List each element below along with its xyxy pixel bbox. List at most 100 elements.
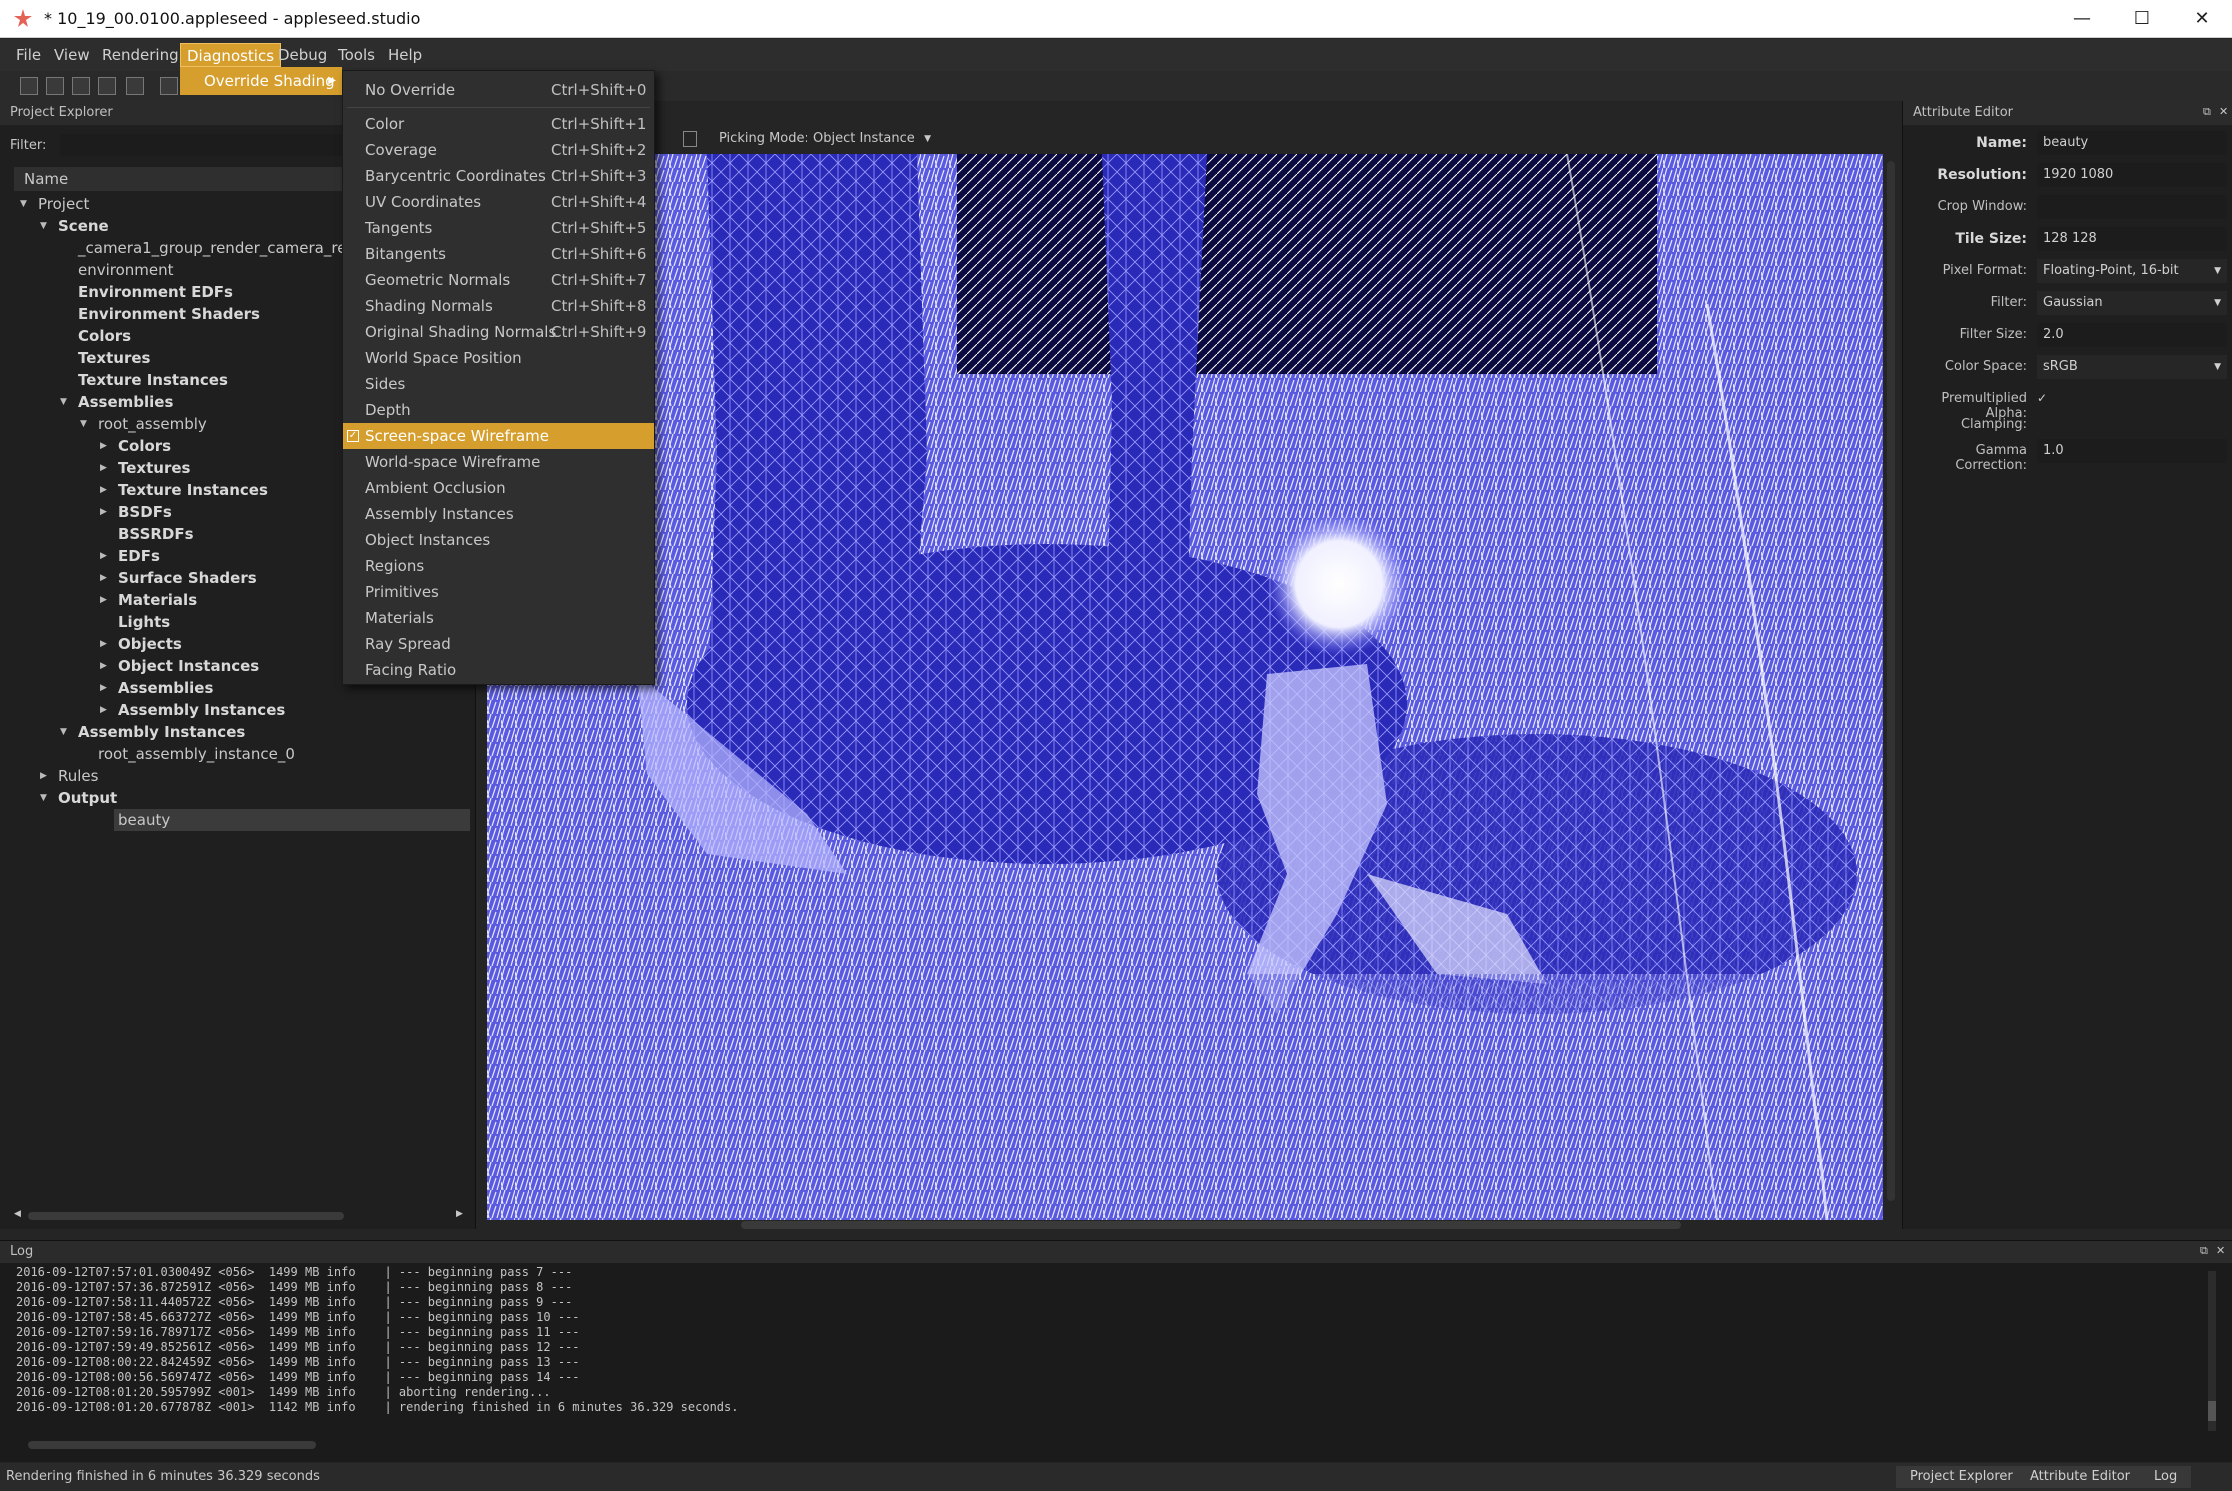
shading-menu-item[interactable]: Ray Spread bbox=[343, 631, 654, 657]
log-vscrollbar[interactable] bbox=[2208, 1271, 2216, 1431]
shading-menu-item[interactable]: Barycentric Coordinates Ctrl+Shift+3 bbox=[343, 163, 654, 189]
attribute-checkbox[interactable] bbox=[2037, 417, 2051, 431]
attribute-label: Pixel Format: bbox=[1942, 263, 2027, 278]
shading-menu-item[interactable]: Depth bbox=[343, 397, 654, 423]
status-tab-project-explorer[interactable]: Project Explorer bbox=[1896, 1466, 2027, 1488]
shading-menu-item[interactable]: Materials bbox=[343, 605, 654, 631]
shading-menu-item[interactable]: Original Shading Normals Ctrl+Shift+9 bbox=[343, 319, 654, 345]
scroll-right-icon[interactable]: ▶ bbox=[456, 1209, 463, 1219]
maximize-button[interactable]: ☐ bbox=[2112, 0, 2172, 38]
shading-menu-item[interactable]: World-space Wireframe bbox=[343, 449, 654, 475]
collapse-arrow-icon[interactable]: ▶ bbox=[40, 765, 47, 787]
collapse-arrow-icon[interactable]: ▶ bbox=[100, 479, 107, 501]
shading-menu-item[interactable]: Regions bbox=[343, 553, 654, 579]
menu-file[interactable]: File bbox=[10, 43, 47, 67]
attribute-input[interactable]: beauty bbox=[2037, 131, 2227, 155]
expand-arrow-icon[interactable]: ▼ bbox=[40, 215, 47, 237]
float-log-icon[interactable]: ⧉ bbox=[2200, 1244, 2208, 1258]
status-tab-attribute-editor[interactable]: Attribute Editor bbox=[2016, 1466, 2145, 1488]
expand-arrow-icon[interactable]: ▼ bbox=[60, 391, 67, 413]
expand-arrow-icon[interactable]: ▼ bbox=[60, 721, 67, 743]
settings-icon[interactable] bbox=[160, 77, 178, 95]
shading-menu-item[interactable]: Assembly Instances bbox=[343, 501, 654, 527]
menu-rendering[interactable]: Rendering bbox=[96, 43, 185, 67]
collapse-arrow-icon[interactable]: ▶ bbox=[100, 457, 107, 479]
tree-item-label: EDFs bbox=[118, 547, 160, 565]
shading-menu-item[interactable]: Tangents Ctrl+Shift+5 bbox=[343, 215, 654, 241]
tree-item[interactable]: ▶ Assembly Instances bbox=[0, 699, 470, 721]
expand-arrow-icon[interactable]: ▼ bbox=[20, 193, 27, 215]
close-log-icon[interactable]: ✕ bbox=[2216, 1244, 2225, 1257]
chevron-down-icon: ▼ bbox=[2214, 362, 2221, 372]
shading-menu-item[interactable]: Facing Ratio bbox=[343, 657, 654, 683]
pick-icon[interactable] bbox=[683, 131, 697, 147]
log-line: 2016-09-12T07:58:11.440572Z <056> 1499 M… bbox=[16, 1295, 573, 1309]
menu-diagnostics[interactable]: Diagnostics bbox=[180, 43, 282, 67]
attribute-label: Gamma Correction: bbox=[1955, 443, 2027, 473]
shading-menu-item[interactable]: Color Ctrl+Shift+1 bbox=[343, 111, 654, 137]
menu-help[interactable]: Help bbox=[382, 43, 428, 67]
tree-item[interactable]: ▼ Assembly Instances bbox=[0, 721, 470, 743]
expand-arrow-icon[interactable]: ▼ bbox=[40, 787, 47, 809]
log-hscrollbar[interactable] bbox=[28, 1441, 316, 1449]
attribute-input[interactable]: 1.0 bbox=[2037, 439, 2227, 463]
picking-mode-select[interactable]: Object Instance ▼ bbox=[807, 127, 935, 151]
collapse-arrow-icon[interactable]: ▶ bbox=[100, 501, 107, 523]
shading-menu-item[interactable]: ✓ Screen-space Wireframe bbox=[343, 423, 654, 449]
shading-menu-item[interactable]: Ambient Occlusion bbox=[343, 475, 654, 501]
tree-item[interactable]: root_assembly_instance_0 bbox=[0, 743, 470, 765]
shading-menu-item[interactable]: Coverage Ctrl+Shift+2 bbox=[343, 137, 654, 163]
save-as-icon[interactable] bbox=[98, 77, 116, 95]
collapse-arrow-icon[interactable]: ▶ bbox=[100, 589, 107, 611]
override-shading-menu-item[interactable]: Override Shading ▶ bbox=[180, 67, 342, 95]
attribute-select[interactable]: sRGB ▼ bbox=[2037, 355, 2227, 379]
shading-menu-item[interactable]: Geometric Normals Ctrl+Shift+7 bbox=[343, 267, 654, 293]
minimize-button[interactable]: — bbox=[2052, 0, 2112, 38]
attribute-input[interactable]: 1920 1080 bbox=[2037, 163, 2227, 187]
status-tab-log[interactable]: Log bbox=[2140, 1466, 2192, 1488]
shading-menu-item[interactable]: World Space Position bbox=[343, 345, 654, 371]
shading-menu-item[interactable]: Sides bbox=[343, 371, 654, 397]
menu-tools[interactable]: Tools bbox=[332, 43, 381, 67]
collapse-arrow-icon[interactable]: ▶ bbox=[100, 435, 107, 457]
new-project-icon[interactable] bbox=[20, 77, 38, 95]
collapse-arrow-icon[interactable]: ▶ bbox=[100, 567, 107, 589]
shading-menu-item[interactable]: Object Instances bbox=[343, 527, 654, 553]
attribute-input[interactable]: 128 128 bbox=[2037, 227, 2227, 251]
shading-menu-item[interactable]: Bitangents Ctrl+Shift+6 bbox=[343, 241, 654, 267]
tree-item[interactable]: ▼ Output bbox=[0, 787, 470, 809]
attribute-checkbox[interactable]: ✓ bbox=[2037, 391, 2051, 405]
viewport-vscrollbar[interactable] bbox=[1887, 161, 1895, 1201]
reload-icon[interactable] bbox=[126, 77, 144, 95]
attribute-input[interactable]: 2.0 bbox=[2037, 323, 2227, 347]
render-image[interactable] bbox=[487, 154, 1883, 1220]
collapse-arrow-icon[interactable]: ▶ bbox=[100, 633, 107, 655]
save-project-icon[interactable] bbox=[72, 77, 90, 95]
menu-view[interactable]: View bbox=[48, 43, 96, 67]
collapse-arrow-icon[interactable]: ▶ bbox=[100, 699, 107, 721]
shading-menu-item[interactable]: Shading Normals Ctrl+Shift+8 bbox=[343, 293, 654, 319]
collapse-arrow-icon[interactable]: ▶ bbox=[100, 655, 107, 677]
attribute-value: 2.0 bbox=[2043, 327, 2064, 342]
attribute-select[interactable]: Floating-Point, 16-bit ▼ bbox=[2037, 259, 2227, 283]
tree-item[interactable]: beauty bbox=[114, 809, 470, 831]
collapse-arrow-icon[interactable]: ▶ bbox=[100, 545, 107, 567]
shading-menu-item-label: Regions bbox=[365, 557, 425, 575]
open-project-icon[interactable] bbox=[46, 77, 64, 95]
expand-arrow-icon[interactable]: ▼ bbox=[80, 413, 87, 435]
shading-menu-item[interactable]: UV Coordinates Ctrl+Shift+4 bbox=[343, 189, 654, 215]
close-button[interactable]: ✕ bbox=[2172, 0, 2232, 38]
scroll-left-icon[interactable]: ◀ bbox=[14, 1209, 21, 1219]
attribute-input[interactable] bbox=[2037, 195, 2227, 219]
tree-item[interactable]: ▶ Rules bbox=[0, 765, 470, 787]
log-vscroll-thumb[interactable] bbox=[2208, 1401, 2216, 1421]
project-explorer-hscrollbar[interactable] bbox=[28, 1212, 344, 1220]
shading-menu-item[interactable]: No Override Ctrl+Shift+0 bbox=[343, 77, 654, 103]
close-panel-icon[interactable]: ✕ bbox=[2219, 105, 2228, 118]
attribute-select[interactable]: Gaussian ▼ bbox=[2037, 291, 2227, 315]
viewport-hscrollbar[interactable] bbox=[741, 1221, 1681, 1229]
shading-menu-item[interactable]: Primitives bbox=[343, 579, 654, 605]
menu-debug[interactable]: Debug bbox=[272, 43, 333, 67]
collapse-arrow-icon[interactable]: ▶ bbox=[100, 677, 107, 699]
float-panel-icon[interactable]: ⧉ bbox=[2203, 105, 2211, 119]
